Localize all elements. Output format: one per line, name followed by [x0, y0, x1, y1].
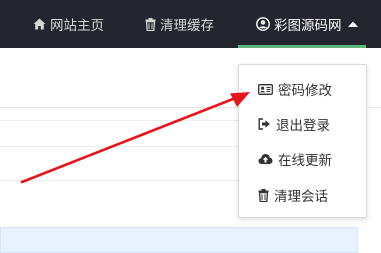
page: 网站主页 清理缓存 彩图源码网 密码修改 退出登录 在线更新 清理会话	[0, 0, 381, 253]
info-bar	[0, 227, 358, 253]
menu-item-logout[interactable]: 退出登录	[239, 109, 366, 139]
menu-item-label: 退出登录	[276, 118, 330, 134]
nav-clear-cache-label: 清理缓存	[160, 18, 214, 34]
cloud-upload-icon	[258, 153, 273, 165]
menu-item-clear-session[interactable]: 清理会话	[239, 180, 366, 210]
menu-item-label: 密码修改	[278, 83, 332, 99]
trash-icon	[258, 188, 269, 202]
menu-item-change-password[interactable]: 密码修改	[239, 74, 366, 104]
top-navbar: 网站主页 清理缓存 彩图源码网	[0, 0, 381, 48]
menu-item-label: 在线更新	[278, 153, 332, 169]
menu-item-online-update[interactable]: 在线更新	[239, 144, 366, 174]
active-indicator	[238, 45, 366, 48]
caret-up-icon	[347, 21, 358, 27]
home-icon	[33, 18, 46, 30]
nav-home-label: 网站主页	[50, 18, 104, 34]
trash-icon	[145, 17, 156, 31]
user-dropdown-menu: 密码修改 退出登录 在线更新 清理会话	[238, 64, 367, 218]
user-circle-icon	[256, 17, 270, 31]
nav-home-link[interactable]: 网站主页	[33, 0, 104, 48]
nav-user-menu[interactable]: 彩图源码网	[238, 0, 366, 48]
menu-item-label: 清理会话	[274, 189, 328, 205]
nav-user-label: 彩图源码网	[274, 18, 342, 34]
sign-out-icon	[258, 118, 271, 130]
nav-clear-cache-link[interactable]: 清理缓存	[145, 0, 214, 48]
id-card-icon	[258, 83, 273, 95]
